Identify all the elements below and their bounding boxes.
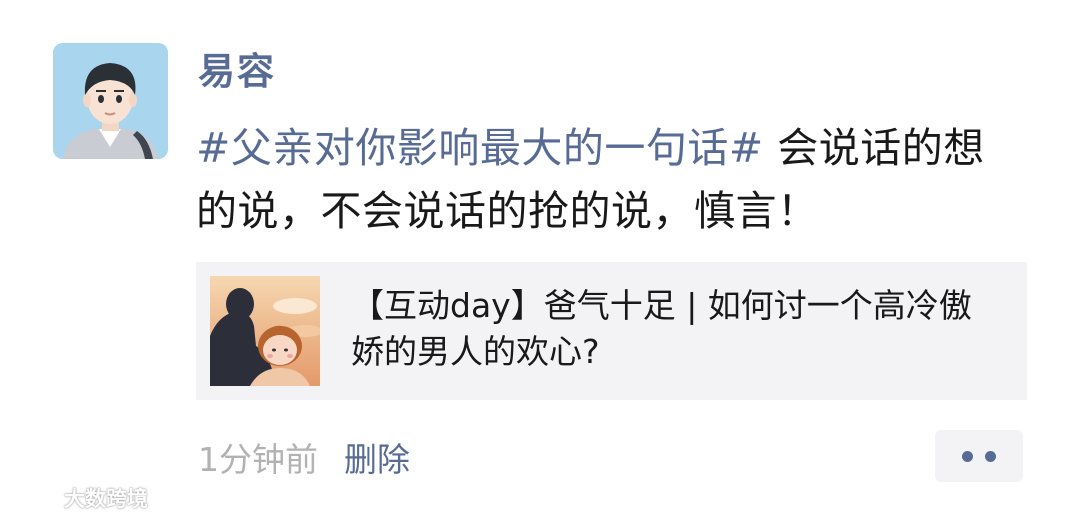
article-thumbnail <box>210 276 320 386</box>
article-thumbnail-illustration <box>210 276 320 386</box>
post-meta: 1分钟前 删除 <box>198 433 410 481</box>
timestamp: 1分钟前 <box>198 440 318 479</box>
more-actions-button[interactable] <box>935 430 1023 482</box>
watermark-text: 大数跨境 <box>64 487 148 511</box>
more-dot-icon <box>985 450 996 462</box>
avatar-illustration <box>53 43 168 159</box>
article-title: 【互动day】爸气十足 | 如何讨一个高冷傲娇的男人的欢心? <box>351 286 972 371</box>
watermark-logo-icon <box>12 487 56 509</box>
shared-article-card[interactable]: 【互动day】爸气十足 | 如何讨一个高冷傲娇的男人的欢心? <box>196 262 1027 400</box>
author-avatar[interactable] <box>53 43 168 159</box>
topic-tag[interactable]: #父亲对你影响最大的一句话# <box>196 124 764 172</box>
more-dot-icon <box>962 450 973 462</box>
post-content: #父亲对你影响最大的一句话# 会说话的想的说，不会说话的抢的说，慎言！ <box>196 117 996 243</box>
watermark: 大数跨境 <box>10 482 148 514</box>
delete-button[interactable]: 删除 <box>344 433 410 481</box>
author-name[interactable]: 易容 <box>198 46 276 98</box>
